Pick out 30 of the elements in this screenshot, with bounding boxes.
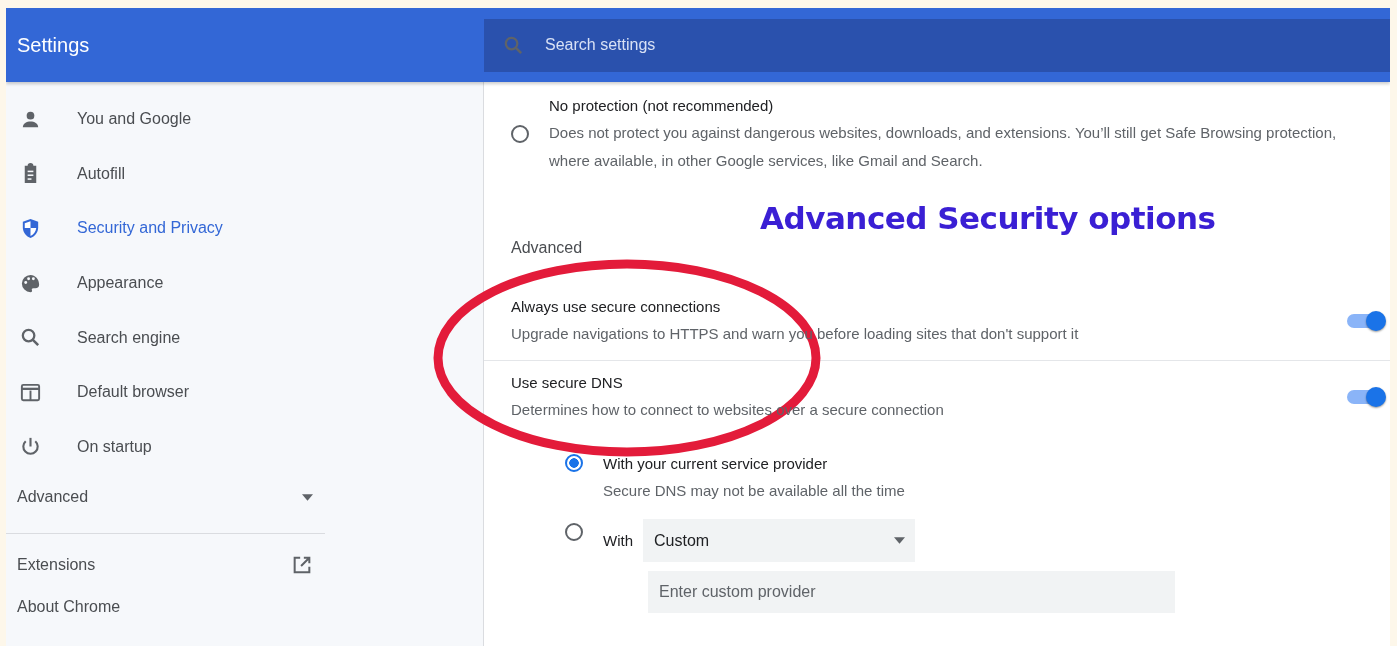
sidebar-item[interactable]: Security and Privacy xyxy=(6,201,483,256)
toggle-switch[interactable] xyxy=(1347,313,1383,328)
sidebar-item[interactable]: On startup xyxy=(6,419,483,475)
caret-icon xyxy=(302,493,313,501)
provider-dropdown[interactable]: Custom xyxy=(643,519,915,562)
sidebar-item[interactable]: Search engine xyxy=(6,310,483,365)
sidebar-link[interactable]: About Chrome xyxy=(6,590,313,625)
app-title: Settings xyxy=(16,33,91,57)
custom-provider-field[interactable]: Enter custom provider xyxy=(648,571,1175,613)
sidebar-item[interactable]: Appearance xyxy=(6,255,483,311)
option-title: With your current service provider xyxy=(603,454,829,474)
search-field[interactable]: Search settings xyxy=(484,18,1390,72)
section-heading: Advanced xyxy=(511,239,584,258)
radio-button[interactable] xyxy=(565,523,583,541)
sidebar-item[interactable]: Default browser xyxy=(6,364,483,420)
setting-title: Always use secure connections xyxy=(511,297,722,317)
radio-button[interactable] xyxy=(511,124,529,143)
advanced-menu-toggle[interactable]: Advanced xyxy=(6,477,313,518)
toggle-switch[interactable] xyxy=(1347,389,1383,404)
sidebar-item[interactable]: Autofill xyxy=(6,146,483,202)
annotation-heading: Advanced Security options xyxy=(760,200,1216,236)
radio-button[interactable] xyxy=(565,454,583,472)
sidebar-link[interactable]: Extensions xyxy=(6,548,313,583)
option-title: No protection (not recommended) xyxy=(549,96,775,116)
option-label: With xyxy=(603,531,633,551)
option-description: Secure DNS may not be available all the time xyxy=(603,481,905,501)
sidebar-item[interactable]: You and Google xyxy=(6,92,483,147)
setting-title: Use secure DNS xyxy=(511,373,624,393)
caret-icon xyxy=(894,537,905,544)
option-description: Does not protect you against dangerous websites, downloads, and extensions. You’ll still get Safe Browsing protection, where available, in other Google services, like Gmail and Search. xyxy=(549,123,1338,171)
